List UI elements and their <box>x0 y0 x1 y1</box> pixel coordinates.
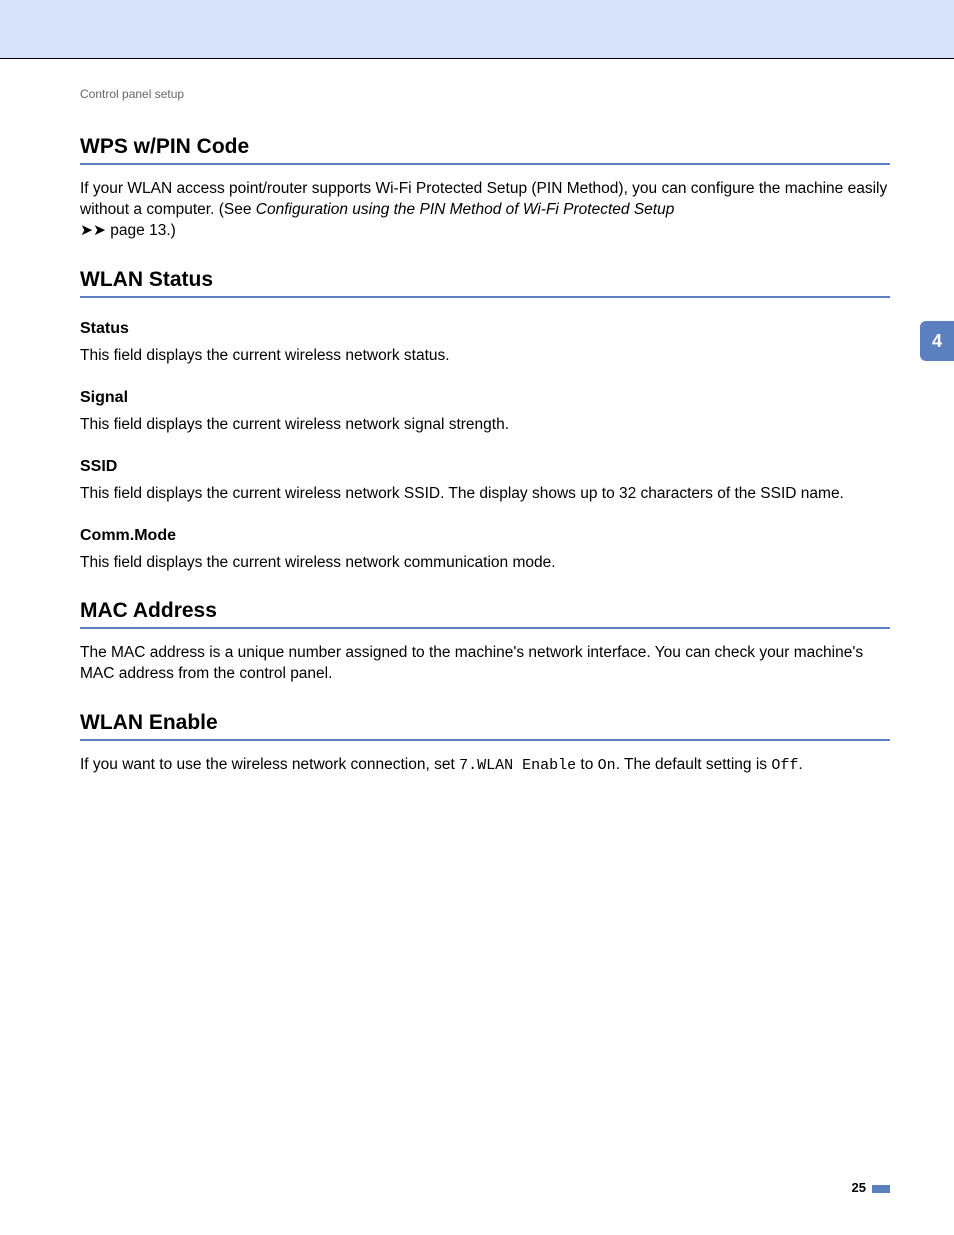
mac-paragraph: The MAC address is a unique number assig… <box>80 643 890 685</box>
section-rule <box>80 627 890 629</box>
section-title-mac: MAC Address <box>80 599 890 623</box>
sub-title-commmode: Comm.Mode <box>80 527 890 545</box>
wlan-enable-mono-2: On <box>598 757 616 774</box>
page-number-bar-icon <box>872 1185 890 1193</box>
sub-title-status: Status <box>80 320 890 338</box>
wlan-enable-text-3: . The default setting is <box>616 756 772 773</box>
breadcrumb: Control panel setup <box>80 87 890 101</box>
sub-title-signal: Signal <box>80 389 890 407</box>
wps-link-text[interactable]: Configuration using the PIN Method of Wi… <box>256 201 675 218</box>
section-wlan-status: WLAN Status Status This field displays t… <box>80 268 890 574</box>
wlan-enable-paragraph: If you want to use the wireless network … <box>80 755 890 776</box>
section-wlan-enable: WLAN Enable If you want to use the wirel… <box>80 711 890 776</box>
wps-paragraph: If your WLAN access point/router support… <box>80 179 890 242</box>
section-title-wlan-status: WLAN Status <box>80 268 890 292</box>
wlan-enable-text-1: If you want to use the wireless network … <box>80 756 459 773</box>
section-mac: MAC Address The MAC address is a unique … <box>80 599 890 685</box>
wlan-enable-text-2: to <box>576 756 598 773</box>
signal-paragraph: This field displays the current wireless… <box>80 415 890 436</box>
section-wps: WPS w/PIN Code If your WLAN access point… <box>80 135 890 242</box>
top-rule <box>0 58 954 59</box>
sub-title-ssid: SSID <box>80 458 890 476</box>
wlan-enable-text-4: . <box>798 756 802 773</box>
section-rule <box>80 163 890 165</box>
section-rule <box>80 739 890 741</box>
top-band <box>0 0 954 58</box>
section-title-wlan-enable: WLAN Enable <box>80 711 890 735</box>
page-ref-arrows: ➤➤ <box>80 222 106 239</box>
page-number-value: 25 <box>852 1180 866 1195</box>
status-paragraph: This field displays the current wireless… <box>80 346 890 367</box>
ssid-paragraph: This field displays the current wireless… <box>80 484 890 505</box>
page-number: 25 <box>852 1180 890 1195</box>
wps-text-c: page 13.) <box>106 222 176 239</box>
section-title-wps: WPS w/PIN Code <box>80 135 890 159</box>
wlan-enable-mono-3: Off <box>771 757 798 774</box>
commmode-paragraph: This field displays the current wireless… <box>80 553 890 574</box>
wlan-enable-mono-1: 7.WLAN Enable <box>459 757 576 774</box>
section-rule <box>80 296 890 298</box>
